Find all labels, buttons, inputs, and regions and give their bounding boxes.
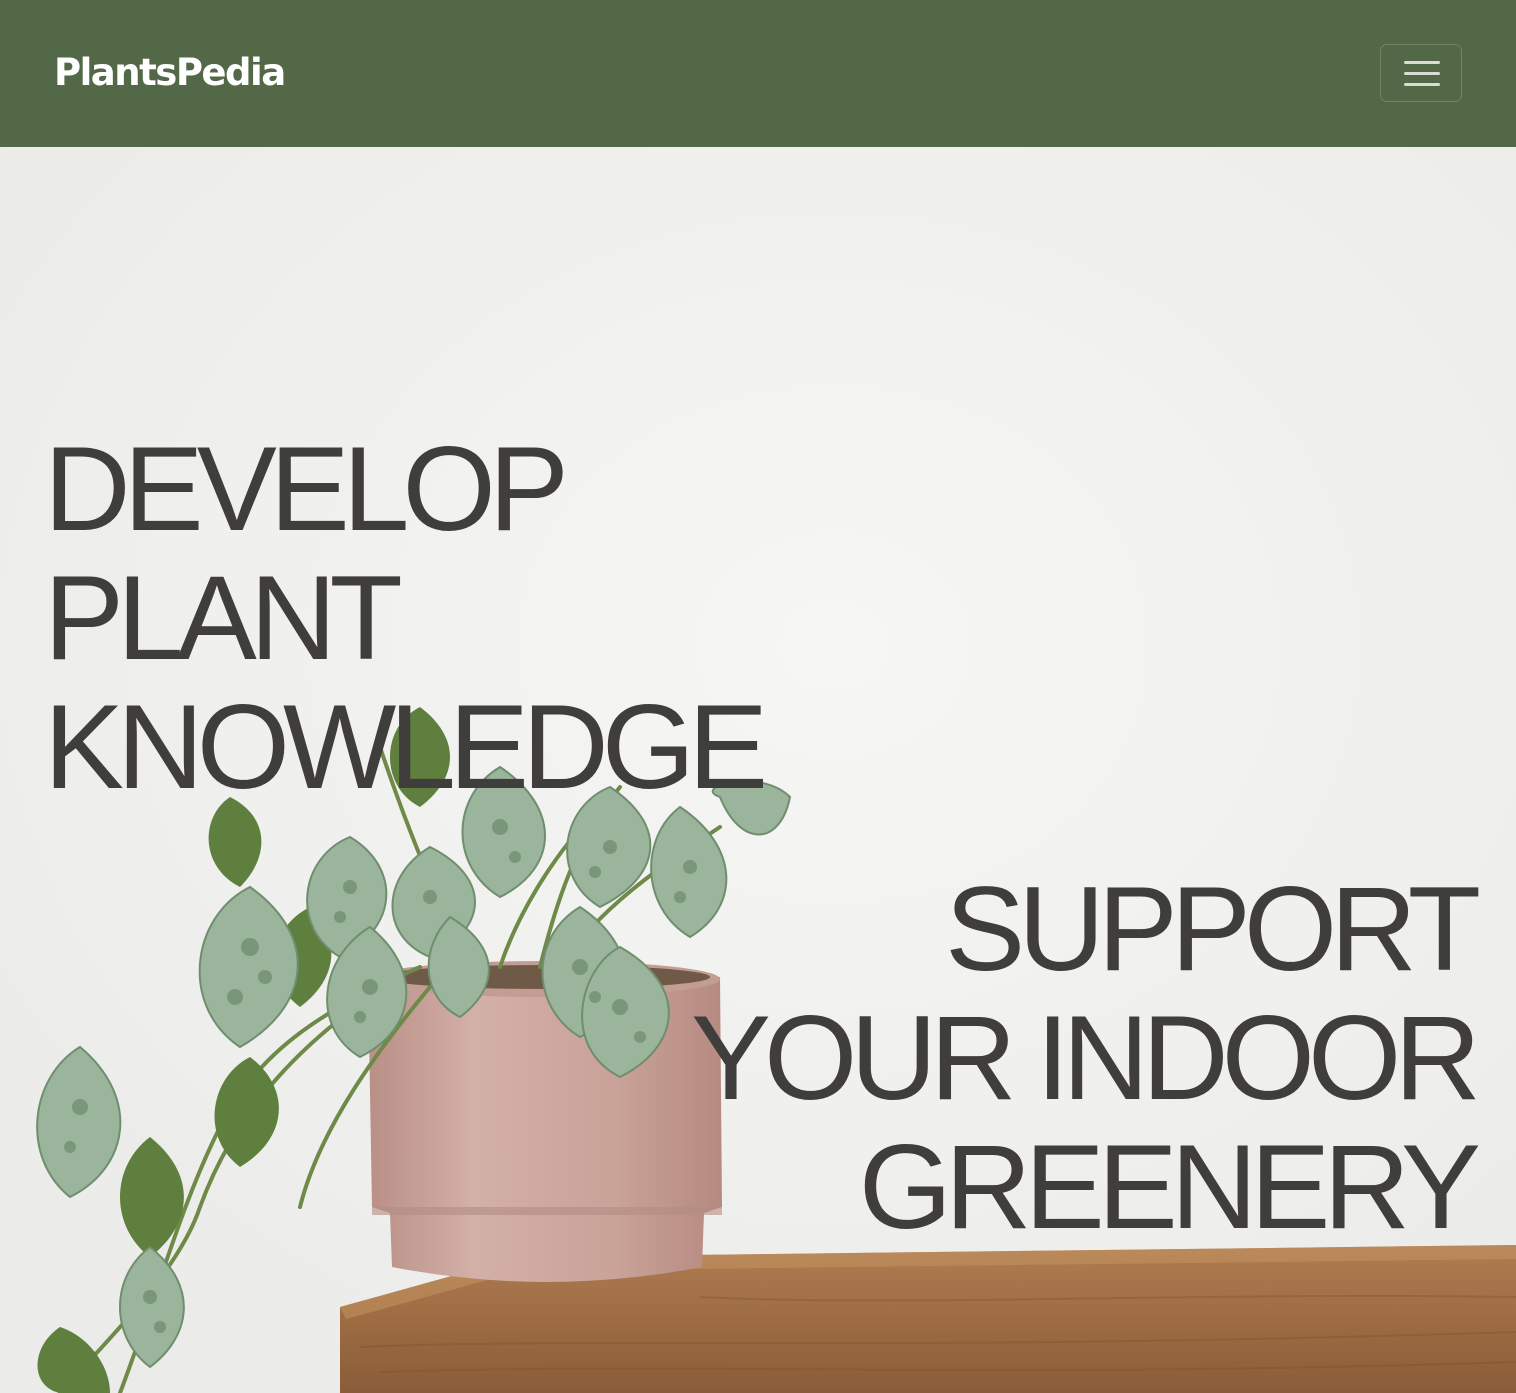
headline-left-line: PLANT [44, 551, 403, 685]
navbar-toggler-button[interactable] [1380, 44, 1462, 102]
hero-headline-left: DEVELOP PLANT KNOWLEDGE [44, 422, 768, 814]
brand-logo-link[interactable]: PlantsPedia [54, 50, 286, 96]
headline-left-line: KNOWLEDGE [44, 680, 768, 814]
hero-section: DEVELOP PLANT KNOWLEDGE SUPPORT YOUR IND… [0, 147, 1516, 1393]
headline-right-line: SUPPORT [945, 862, 1481, 996]
hero-headline-right: SUPPORT YOUR INDOOR GREENERY [690, 862, 1481, 1254]
headline-right-line: GREENERY [858, 1120, 1481, 1254]
navbar: PlantsPedia [0, 0, 1516, 147]
headline-left-line: DEVELOP [44, 422, 569, 556]
headline-right-line: YOUR INDOOR [690, 991, 1481, 1125]
